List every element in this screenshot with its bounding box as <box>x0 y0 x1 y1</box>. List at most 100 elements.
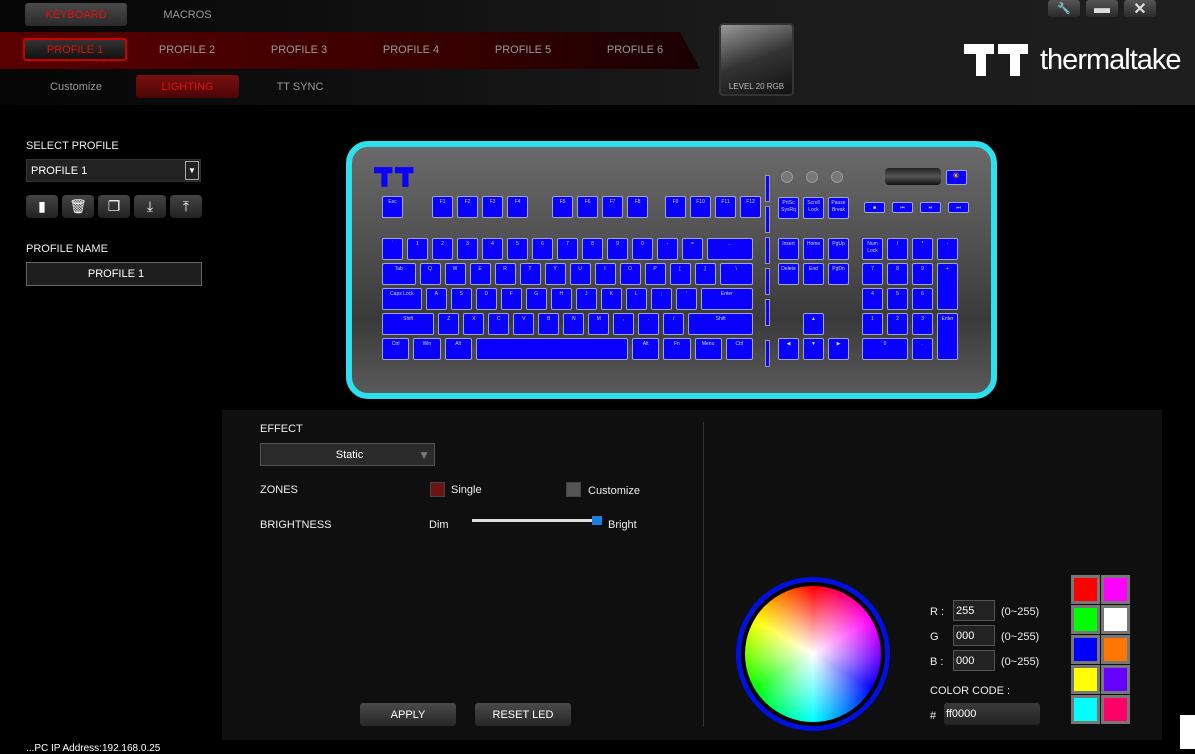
color-swatch[interactable] <box>1101 695 1130 724</box>
key[interactable]: Ctrl <box>725 338 753 360</box>
zone-single-radio[interactable] <box>430 482 445 497</box>
profile-select[interactable]: PROFILE 1 ▼ <box>26 159 201 182</box>
tab-profile-1[interactable]: PROFILE 1 <box>23 38 127 61</box>
light-bar[interactable] <box>765 299 770 326</box>
key-f8[interactable]: F8 <box>627 196 648 218</box>
key[interactable]: ] <box>694 263 716 285</box>
key-up[interactable]: ▲ <box>803 313 824 335</box>
key[interactable]: Shift <box>382 313 435 335</box>
numpad-key[interactable]: 1 <box>862 313 883 335</box>
key-f2[interactable]: F2 <box>457 196 478 218</box>
key[interactable]: M <box>588 313 610 335</box>
key-sys[interactable]: Pause Break <box>828 197 849 219</box>
numpad-key[interactable]: * <box>912 238 933 260</box>
key-f4[interactable]: F4 <box>507 196 528 218</box>
key[interactable]: Ctrl <box>382 338 410 360</box>
tab-profile-3[interactable]: PROFILE 3 <box>247 38 351 61</box>
key-nav[interactable]: End <box>803 263 824 285</box>
key[interactable]: H <box>550 288 572 310</box>
key[interactable]: J <box>575 288 597 310</box>
key[interactable]: ← <box>707 238 753 260</box>
key[interactable]: R <box>494 263 516 285</box>
numpad-key[interactable]: . <box>912 338 933 360</box>
key[interactable]: 4 <box>482 238 503 260</box>
key[interactable]: Tab <box>382 263 416 285</box>
media-key[interactable]: ⏭ <box>948 202 969 213</box>
key-f3[interactable]: F3 <box>482 196 503 218</box>
color-swatch[interactable] <box>1071 605 1100 634</box>
key-esc[interactable]: Esc <box>382 196 403 218</box>
key-nav[interactable]: Delete <box>778 263 799 285</box>
light-bar[interactable] <box>765 206 770 233</box>
light-bar[interactable] <box>765 340 770 367</box>
key[interactable]: . <box>638 313 660 335</box>
key[interactable]: Q <box>419 263 441 285</box>
numpad-key[interactable]: / <box>887 238 908 260</box>
key-f5[interactable]: F5 <box>552 196 573 218</box>
key[interactable]: S <box>450 288 472 310</box>
tab-profile-4[interactable]: PROFILE 4 <box>359 38 463 61</box>
color-swatch[interactable] <box>1101 635 1130 664</box>
key[interactable]: 6 <box>532 238 553 260</box>
brightness-slider-thumb[interactable] <box>592 516 602 525</box>
reset-led-button[interactable]: RESET LED <box>475 703 571 726</box>
key[interactable]: I <box>594 263 616 285</box>
key-f12[interactable]: F12 <box>740 196 761 218</box>
key[interactable]: 3 <box>457 238 478 260</box>
key[interactable]: L <box>625 288 647 310</box>
key[interactable]: , <box>613 313 635 335</box>
apply-button[interactable]: APPLY <box>360 703 456 726</box>
key[interactable]: Z <box>438 313 460 335</box>
key-space[interactable] <box>475 338 628 360</box>
key-nav[interactable]: PgUp <box>828 238 849 260</box>
key-nav[interactable]: PgDn <box>828 263 849 285</box>
settings-button[interactable]: 🔧 <box>1048 0 1080 17</box>
light-bar[interactable] <box>765 175 770 202</box>
brightness-slider[interactable] <box>472 519 602 522</box>
r-input[interactable]: 255 <box>953 600 995 621</box>
key[interactable]: V <box>513 313 535 335</box>
numpad-key[interactable]: 5 <box>887 288 908 310</box>
numpad-key[interactable]: 7 <box>862 263 883 285</box>
key[interactable]: W <box>444 263 466 285</box>
key[interactable]: C <box>488 313 510 335</box>
numpad-key[interactable]: 6 <box>912 288 933 310</box>
new-profile-button[interactable]: ▮ <box>26 195 58 218</box>
color-swatch[interactable] <box>1071 695 1100 724</box>
key[interactable]: Y <box>544 263 566 285</box>
volume-wheel[interactable] <box>885 168 941 185</box>
key[interactable]: ; <box>650 288 672 310</box>
key[interactable]: Enter <box>700 288 753 310</box>
color-swatch[interactable] <box>1071 575 1100 604</box>
color-swatch[interactable] <box>1101 575 1130 604</box>
key[interactable]: F <box>500 288 522 310</box>
key[interactable]: = <box>682 238 703 260</box>
indicator-button[interactable] <box>831 171 843 183</box>
media-key[interactable]: ⏮ <box>892 202 913 213</box>
key-f11[interactable]: F11 <box>715 196 736 218</box>
tab-customize[interactable]: Customize <box>25 75 127 98</box>
key[interactable]: [ <box>669 263 691 285</box>
key-arrow[interactable]: ◀ <box>778 338 799 360</box>
close-button[interactable]: ✕ <box>1124 0 1156 18</box>
numpad-key[interactable]: 8 <box>887 263 908 285</box>
key[interactable]: Menu <box>694 338 722 360</box>
copy-profile-button[interactable]: ❐ <box>98 195 130 218</box>
key[interactable]: Fn <box>663 338 691 360</box>
delete-profile-button[interactable]: 🗑 <box>62 195 94 218</box>
key[interactable]: X <box>463 313 485 335</box>
key[interactable]: 7 <box>557 238 578 260</box>
profile-name-input[interactable]: PROFILE 1 <box>26 262 202 286</box>
key[interactable]: B <box>538 313 560 335</box>
key[interactable]: - <box>657 238 678 260</box>
color-swatch[interactable] <box>1071 665 1100 694</box>
tab-profile-6[interactable]: PROFILE 6 <box>583 38 687 61</box>
key-sys[interactable]: PrtSc SysRq <box>778 197 799 219</box>
key[interactable]: E <box>469 263 491 285</box>
b-input[interactable]: 000 <box>953 650 995 671</box>
key[interactable]: K <box>600 288 622 310</box>
key[interactable]: 1 <box>407 238 428 260</box>
zone-customize-radio[interactable] <box>566 482 581 497</box>
key[interactable]: D <box>475 288 497 310</box>
key[interactable]: U <box>569 263 591 285</box>
